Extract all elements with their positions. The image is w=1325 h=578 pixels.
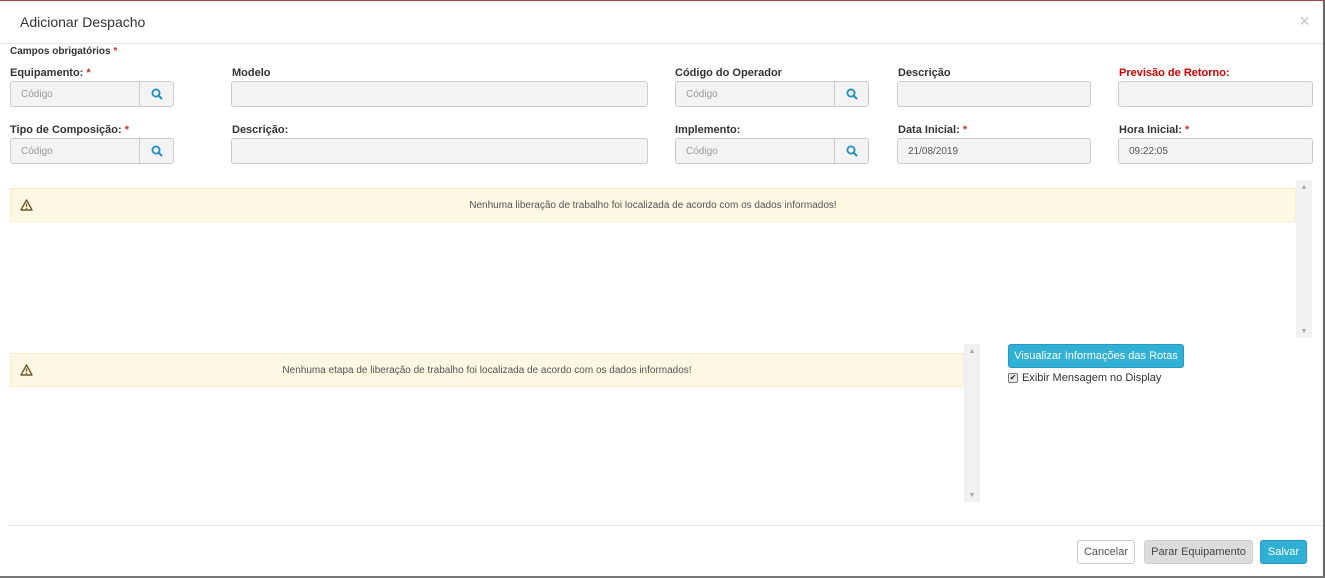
data-inicial-label: Data Inicial: * — [898, 124, 967, 136]
data-inicial-label-text: Data Inicial: — [898, 124, 960, 136]
equipamento-search-button[interactable] — [139, 81, 174, 107]
tipo-composicao-search-button[interactable] — [139, 138, 174, 164]
add-dispatch-modal: Adicionar Despacho × Campos obrigatórios… — [0, 0, 1325, 578]
descricao-operador-input[interactable] — [897, 81, 1091, 107]
work-release-panel: Nenhuma liberação de trabalho foi locali… — [10, 180, 1312, 338]
previsao-retorno-label: Previsão de Retorno: — [1119, 67, 1230, 79]
descricao-operador-label: Descrição — [898, 67, 951, 79]
codigo-operador-input[interactable] — [675, 81, 834, 107]
modal-header: Adicionar Despacho × — [0, 1, 1323, 44]
modal-title: Adicionar Despacho — [20, 14, 146, 30]
hora-inicial-label: Hora Inicial: * — [1119, 124, 1189, 136]
search-icon — [846, 145, 858, 157]
previsao-retorno-input[interactable] — [1118, 81, 1313, 107]
tipo-composicao-label-text: Tipo de Composição: — [10, 124, 122, 136]
display-message-option[interactable]: ✔ Exibir Mensagem no Display — [1008, 372, 1161, 384]
data-inicial-input[interactable] — [897, 138, 1091, 164]
required-star: * — [124, 124, 129, 136]
cancel-button[interactable]: Cancelar — [1077, 540, 1135, 564]
work-release-scrollbar[interactable]: ▲ ▼ — [1296, 180, 1312, 338]
scroll-up-arrow-icon[interactable]: ▲ — [1296, 180, 1312, 194]
tipo-composicao-label: Tipo de Composição: * — [10, 124, 129, 136]
required-star: * — [113, 46, 118, 57]
descricao-composicao-label: Descrição: — [232, 124, 289, 136]
equipamento-label-text: Equipamento: — [10, 67, 84, 79]
modelo-label: Modelo — [232, 67, 271, 79]
stop-equipment-button[interactable]: Parar Equipamento — [1144, 540, 1253, 564]
implemento-code-input[interactable] — [675, 138, 834, 164]
tipo-composicao-code-input[interactable] — [10, 138, 139, 164]
equipamento-group — [10, 81, 174, 107]
required-fields-label: Campos obrigatórios — [10, 46, 111, 57]
required-star: * — [86, 67, 91, 79]
release-stage-alert: Nenhuma etapa de liberação de trabalho f… — [10, 353, 964, 387]
release-stage-message: Nenhuma etapa de liberação de trabalho f… — [282, 364, 692, 376]
display-message-checkbox[interactable]: ✔ — [1008, 373, 1018, 383]
descricao-composicao-input[interactable] — [231, 138, 648, 164]
codigo-operador-group — [675, 81, 869, 107]
work-release-alert: Nenhuma liberação de trabalho foi locali… — [10, 188, 1296, 222]
close-icon[interactable]: × — [1299, 12, 1310, 30]
tipo-composicao-group — [10, 138, 174, 164]
codigo-operador-label: Código do Operador — [675, 67, 782, 79]
search-icon — [151, 145, 163, 157]
warning-icon — [20, 199, 33, 211]
required-star: * — [1185, 124, 1190, 136]
equipamento-label: Equipamento: * — [10, 67, 91, 79]
release-stage-scrollbar[interactable]: ▲ ▼ — [964, 344, 980, 502]
scroll-down-arrow-icon[interactable]: ▼ — [1296, 324, 1312, 338]
work-release-message: Nenhuma liberação de trabalho foi locali… — [469, 199, 837, 211]
search-icon — [151, 88, 163, 100]
warning-icon — [20, 364, 33, 376]
scroll-up-arrow-icon[interactable]: ▲ — [964, 344, 980, 358]
implemento-group — [675, 138, 869, 164]
codigo-operador-search-button[interactable] — [834, 81, 869, 107]
implemento-search-button[interactable] — [834, 138, 869, 164]
required-fields-note: Campos obrigatórios * — [10, 46, 117, 57]
hora-inicial-input[interactable] — [1118, 138, 1313, 164]
save-button[interactable]: Salvar — [1260, 540, 1307, 564]
release-stage-panel: Nenhuma etapa de liberação de trabalho f… — [10, 344, 980, 502]
display-message-label: Exibir Mensagem no Display — [1022, 372, 1162, 384]
footer-divider — [8, 525, 1323, 526]
equipamento-code-input[interactable] — [10, 81, 139, 107]
view-routes-button[interactable]: Visualizar Informações das Rotas — [1008, 344, 1184, 368]
required-star: * — [962, 124, 968, 136]
hora-inicial-label-text: Hora Inicial: — [1119, 124, 1182, 136]
modelo-input[interactable] — [231, 81, 648, 107]
implemento-label: Implemento: — [675, 124, 741, 136]
search-icon — [846, 88, 858, 100]
scroll-down-arrow-icon[interactable]: ▼ — [964, 488, 980, 502]
